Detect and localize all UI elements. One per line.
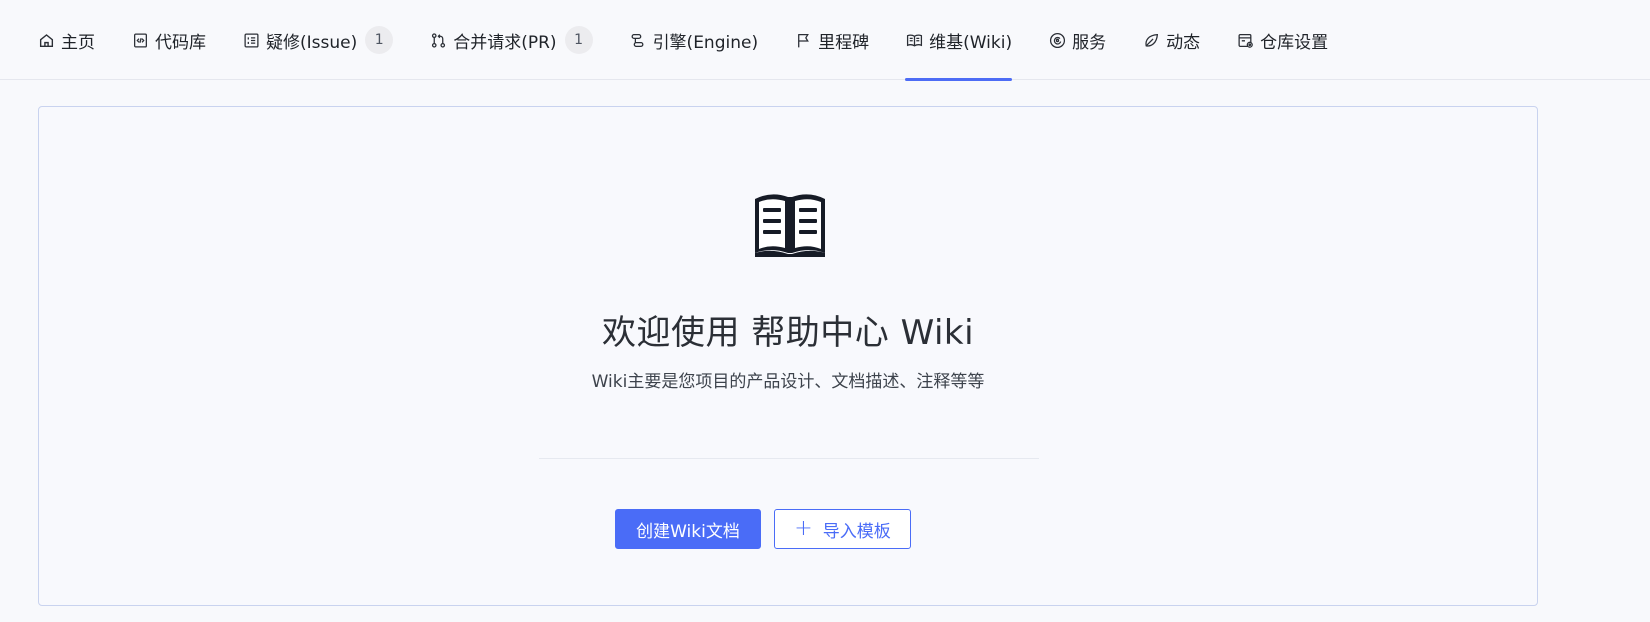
issue-list-icon [242,31,260,49]
tab-label: 疑修(Issue) [266,32,358,53]
settings-icon [1236,31,1254,49]
open-book-icon [751,191,829,259]
wiki-description: Wiki主要是您项目的产品设计、文档描述、注释等等 [591,372,985,392]
tab-issue[interactable]: 疑修(Issue) 1 [242,0,394,80]
pr-count-badge: 1 [564,26,593,54]
tab-engine[interactable]: 引擎(Engine) [629,0,759,80]
home-icon [37,31,55,49]
tab-label: 代码库 [155,32,206,53]
leaf-icon [1142,31,1160,49]
code-file-icon [131,31,149,49]
tab-milestone[interactable]: 里程碑 [794,0,869,80]
tab-service[interactable]: 服务 [1048,0,1106,80]
issue-count-badge: 1 [365,26,394,54]
tab-pull-request[interactable]: 合并请求(PR) 1 [429,0,593,80]
tab-label: 引擎(Engine) [652,32,759,53]
wiki-empty-state-card: 欢迎使用 帮助中心 Wiki Wiki主要是您项目的产品设计、文档描述、注释等等… [38,106,1538,606]
create-wiki-button[interactable]: 创建Wiki文档 [615,509,761,549]
engine-icon [629,31,647,49]
tab-label: 仓库设置 [1260,32,1329,53]
repo-nav-bar: 主页 代码库 疑修(Issue) 1 合并请求(PR) 1 引擎(Engine)… [0,0,1650,81]
book-icon [905,31,923,49]
wiki-welcome-title: 欢迎使用 帮助中心 Wiki [601,313,975,353]
tab-label: 动态 [1166,32,1201,53]
pull-request-icon [429,31,447,49]
tab-label: 里程碑 [818,32,870,53]
plus-icon: + [794,516,813,541]
tab-label: 合并请求(PR) [453,32,557,53]
tab-repo-settings[interactable]: 仓库设置 [1236,0,1328,80]
wiki-actions: 创建Wiki文档 + 导入模板 [39,509,1537,549]
flag-icon [794,31,812,49]
tab-label: 服务 [1072,32,1107,53]
import-template-label: 导入模板 [822,521,891,542]
tab-label: 维基(Wiki) [929,32,1013,53]
divider [539,458,1039,459]
tab-label: 主页 [61,32,95,53]
tab-home[interactable]: 主页 [37,0,95,80]
import-template-button[interactable]: + 导入模板 [774,509,911,549]
tab-code[interactable]: 代码库 [131,0,206,80]
repo-tabs: 主页 代码库 疑修(Issue) 1 合并请求(PR) 1 引擎(Engine)… [37,0,1364,81]
tab-activity[interactable]: 动态 [1142,0,1200,80]
service-icon [1048,31,1066,49]
tab-wiki[interactable]: 维基(Wiki) [905,0,1013,81]
